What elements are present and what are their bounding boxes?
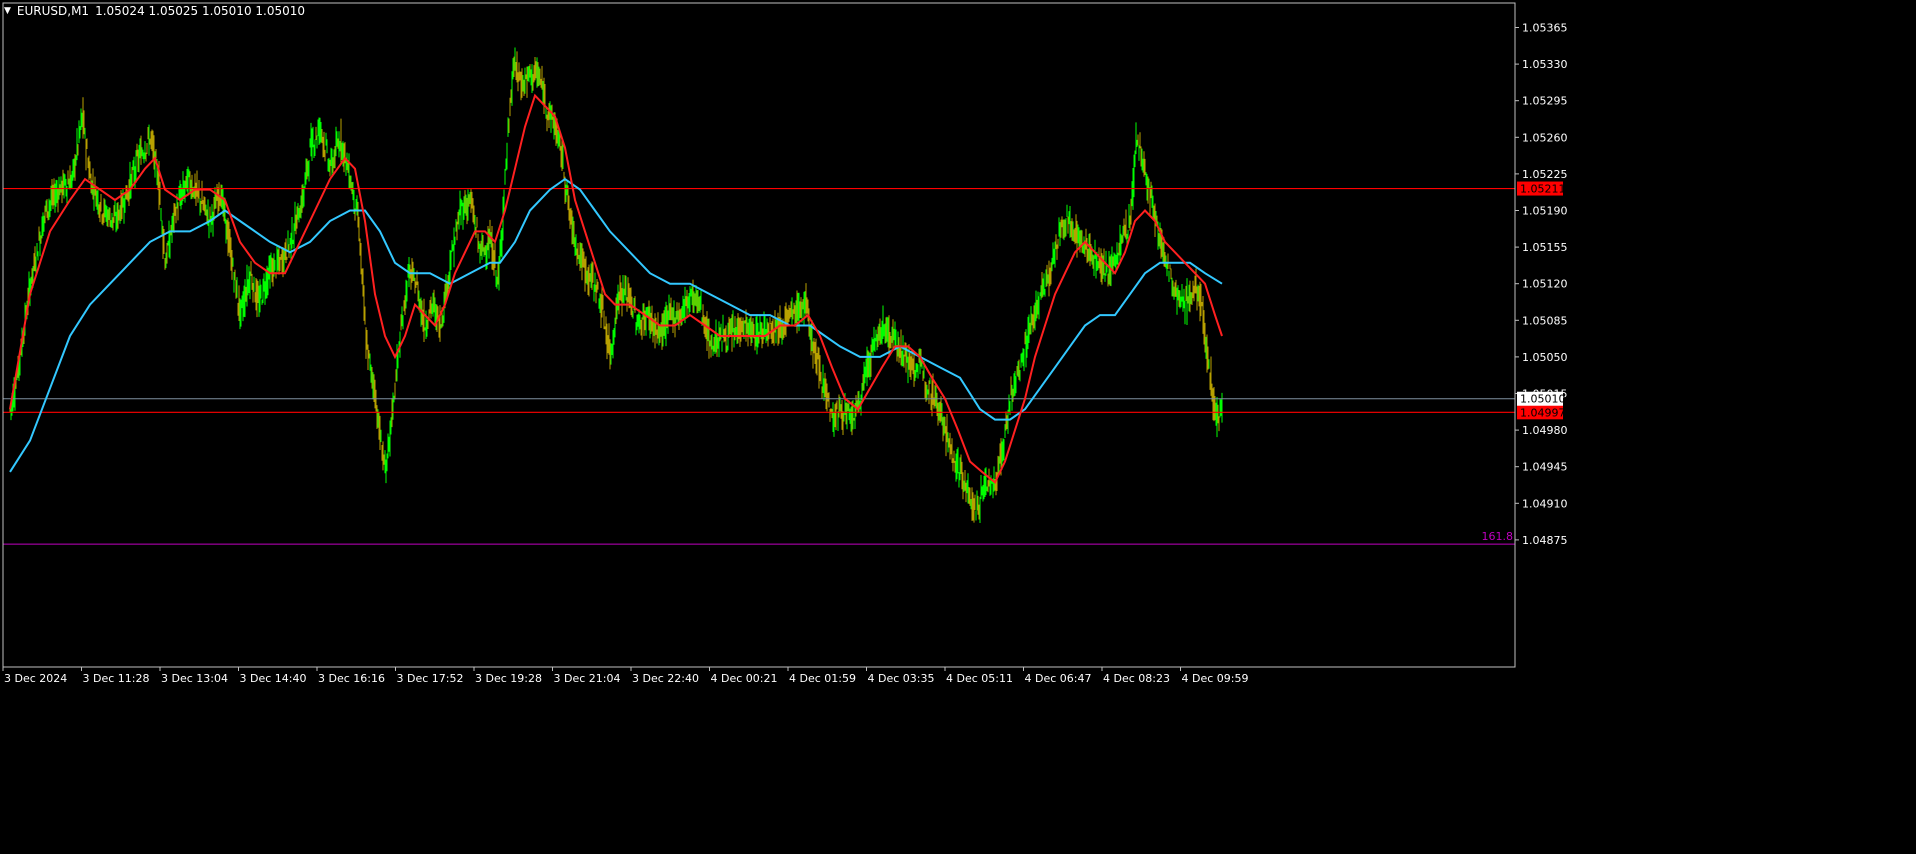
time-tick-label: 3 Dec 19:28 bbox=[475, 672, 542, 685]
price-tick-label: 1.05365 bbox=[1522, 22, 1568, 35]
symbol-header: ▼ EURUSD,M1 1.05024 1.05025 1.05010 1.05… bbox=[4, 4, 305, 18]
time-tick-label: 4 Dec 01:59 bbox=[789, 672, 856, 685]
price-tick-label: 1.05120 bbox=[1522, 278, 1568, 291]
price-tag-label: 1.05211 bbox=[1520, 183, 1566, 196]
time-tick-label: 3 Dec 13:04 bbox=[161, 672, 228, 685]
price-tick-label: 1.05050 bbox=[1522, 351, 1568, 364]
symbol-label: EURUSD,M1 bbox=[16, 4, 90, 18]
time-tick-label: 3 Dec 22:40 bbox=[632, 672, 699, 685]
price-tick-label: 1.05085 bbox=[1522, 314, 1568, 327]
price-tick-label: 1.04980 bbox=[1522, 424, 1568, 437]
time-tick-label: 4 Dec 03:35 bbox=[868, 672, 935, 685]
time-tick-label: 3 Dec 16:16 bbox=[318, 672, 385, 685]
time-tick-label: 4 Dec 00:21 bbox=[711, 672, 778, 685]
triangle-down-icon[interactable]: ▼ bbox=[4, 6, 11, 16]
time-tick-label: 3 Dec 21:04 bbox=[554, 672, 621, 685]
price-chart[interactable]: 161.8 1.05365 1.05330 1.05295 1.05260 1.0522… bbox=[0, 0, 1916, 850]
time-tick-label: 4 Dec 05:11 bbox=[946, 672, 1013, 685]
time-tick-label: 3 Dec 2024 bbox=[4, 672, 67, 685]
price-tick-label: 1.04910 bbox=[1522, 497, 1568, 510]
price-tick-label: 1.05330 bbox=[1522, 58, 1568, 71]
chart-window[interactable]: 161.8 1.05365 1.05330 1.05295 1.05260 1.0522… bbox=[0, 0, 1916, 850]
price-tick-label: 1.05295 bbox=[1522, 95, 1568, 108]
price-tick-label: 1.05260 bbox=[1522, 131, 1568, 144]
time-tick-label: 4 Dec 06:47 bbox=[1025, 672, 1092, 685]
ohlc-values: 1.05024 1.05025 1.05010 1.05010 bbox=[95, 4, 306, 18]
price-tag-label: 1.04997 bbox=[1520, 406, 1566, 419]
price-tick-label: 1.05190 bbox=[1522, 205, 1568, 218]
price-tick-label: 1.04945 bbox=[1522, 461, 1568, 474]
price-tick-label: 1.05155 bbox=[1522, 241, 1568, 254]
price-axis[interactable]: 1.05365 1.05330 1.05295 1.05260 1.05225 1.051… bbox=[1515, 22, 1568, 547]
time-tick-label: 4 Dec 08:23 bbox=[1103, 672, 1170, 685]
price-tick-label: 1.04875 bbox=[1522, 534, 1568, 547]
time-tick-label: 3 Dec 11:28 bbox=[83, 672, 150, 685]
time-tick-label: 3 Dec 17:52 bbox=[397, 672, 464, 685]
fibo-level-label: 161.8 bbox=[1482, 530, 1514, 543]
price-tick-label: 1.05225 bbox=[1522, 168, 1568, 181]
time-tick-label: 3 Dec 14:40 bbox=[240, 672, 307, 685]
chart-background bbox=[0, 0, 1916, 850]
time-tick-label: 4 Dec 09:59 bbox=[1182, 672, 1249, 685]
price-tag-label: 1.05010 bbox=[1520, 393, 1566, 406]
